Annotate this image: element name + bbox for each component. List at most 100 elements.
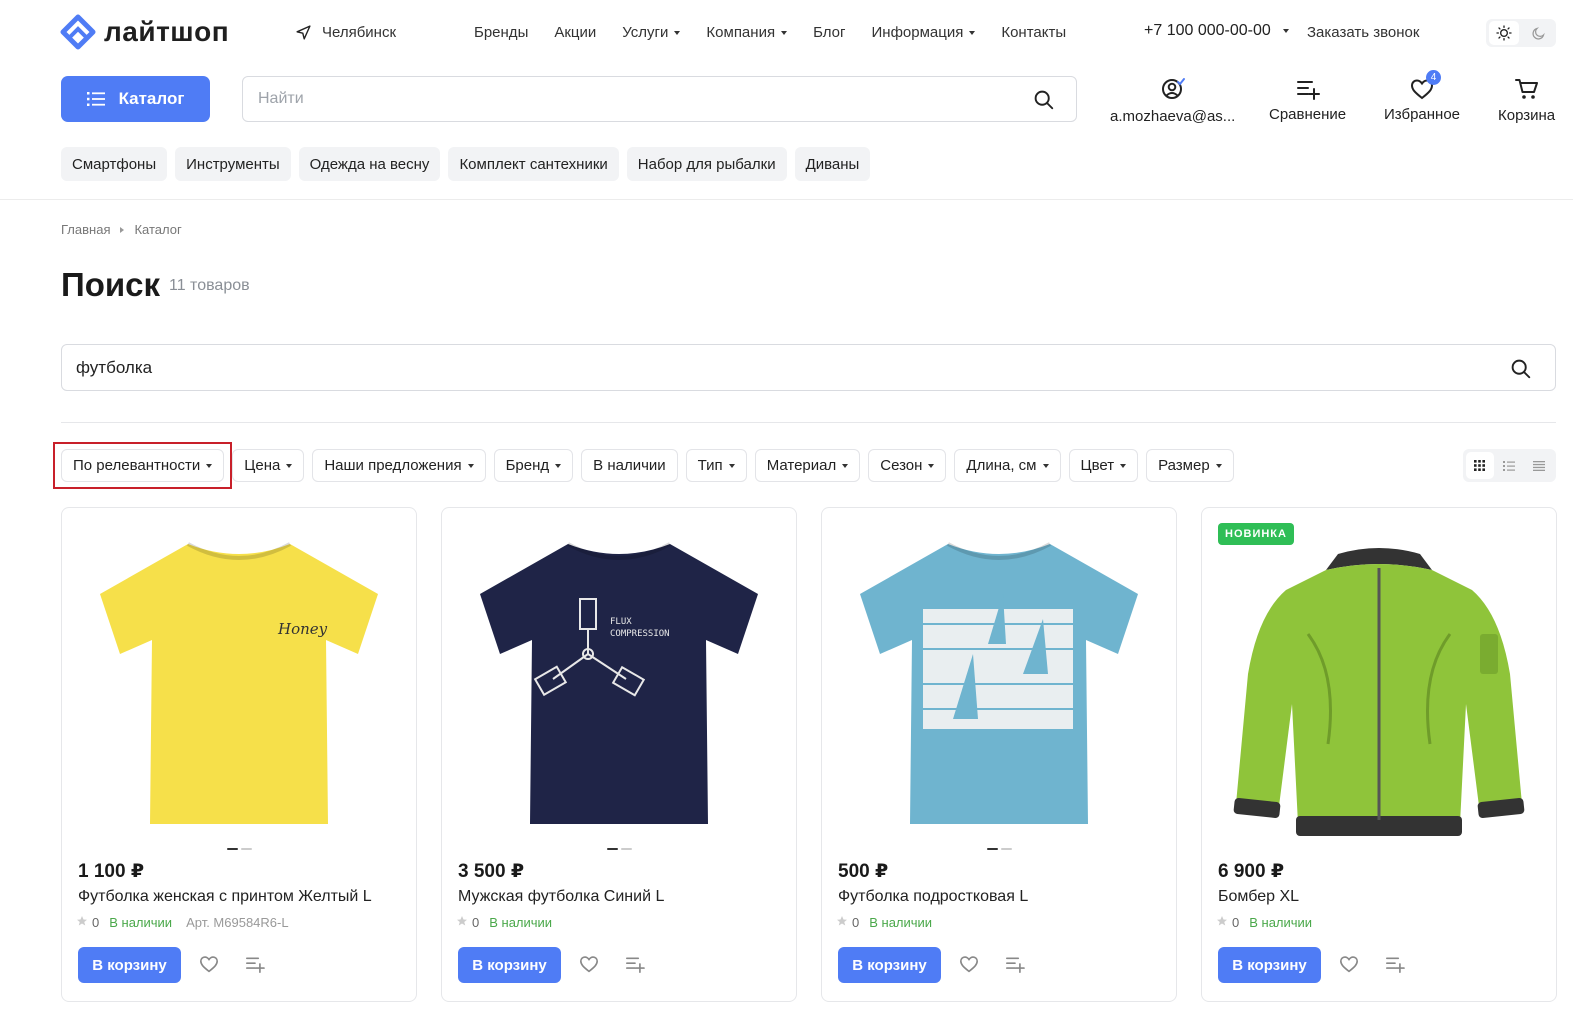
chevron-down-icon bbox=[728, 463, 735, 468]
quick-tag[interactable]: Комплект сантехники bbox=[448, 147, 619, 181]
city-label: Челябинск bbox=[322, 24, 397, 41]
dark-theme-button[interactable] bbox=[1524, 26, 1554, 41]
pagination-dot[interactable] bbox=[986, 848, 998, 850]
star-icon bbox=[1216, 915, 1228, 930]
nav-item[interactable]: Блог bbox=[813, 24, 845, 41]
heart-icon[interactable] bbox=[579, 955, 599, 978]
product-name[interactable]: Бомбер XL bbox=[1218, 888, 1299, 906]
product-image[interactable] bbox=[838, 524, 1160, 846]
compare-list-icon[interactable] bbox=[624, 955, 646, 978]
sun-icon bbox=[1495, 25, 1512, 41]
star-icon bbox=[456, 915, 468, 930]
filter-chip[interactable]: Длина, см bbox=[954, 449, 1061, 482]
product-price: 500 ₽ bbox=[838, 861, 889, 882]
quick-tag[interactable]: Инструменты bbox=[175, 147, 291, 181]
pagination-dot[interactable] bbox=[606, 848, 618, 850]
account-link[interactable]: a.mozhaeva@as... bbox=[1110, 72, 1235, 125]
filter-chip-label: Цена bbox=[244, 457, 281, 474]
header-search-input[interactable] bbox=[243, 77, 1003, 121]
quick-tag[interactable]: Смартфоны bbox=[61, 147, 168, 181]
pagination-dot[interactable] bbox=[240, 848, 252, 850]
filter-chip[interactable]: Наши предложения bbox=[312, 449, 486, 482]
product-price: 1 100 ₽ bbox=[78, 861, 145, 882]
pagination-dot[interactable] bbox=[620, 848, 632, 850]
product-price: 3 500 ₽ bbox=[458, 861, 525, 882]
filter-chip[interactable]: Сезон bbox=[868, 449, 947, 482]
stock-status: В наличии bbox=[489, 915, 553, 930]
breadcrumb-catalog[interactable]: Каталог bbox=[134, 222, 181, 237]
callback-link[interactable]: Заказать звонок bbox=[1307, 24, 1419, 41]
heart-icon[interactable] bbox=[959, 955, 979, 978]
nav-item[interactable]: Бренды bbox=[474, 24, 528, 41]
nav-item[interactable]: Акции bbox=[554, 24, 596, 41]
add-to-cart-button[interactable]: В корзину bbox=[458, 947, 561, 983]
moon-icon bbox=[1532, 26, 1545, 40]
pagination-dot[interactable] bbox=[226, 848, 238, 850]
compare-list-icon[interactable] bbox=[1004, 955, 1026, 978]
nav-item[interactable]: Контакты bbox=[1001, 24, 1066, 41]
nav-item-label: Услуги bbox=[622, 24, 669, 41]
filter-chip[interactable]: Цвет bbox=[1068, 449, 1139, 482]
phone-dropdown[interactable]: +7 100 000-00-00 bbox=[1144, 22, 1289, 40]
nav-item-label: Информация bbox=[871, 24, 964, 41]
chevron-down-icon bbox=[286, 463, 293, 468]
filter-chip[interactable]: В наличии bbox=[581, 449, 678, 482]
cart-link[interactable]: Корзина bbox=[1498, 72, 1555, 124]
star-icon bbox=[836, 915, 848, 930]
nav-item[interactable]: Информация bbox=[872, 24, 976, 41]
chevron-down-icon bbox=[555, 463, 562, 468]
product-card: Honey 1 100 ₽ Футболка женская с принтом … bbox=[61, 507, 417, 1002]
stock-status: В наличии bbox=[109, 915, 173, 930]
product-image[interactable]: Honey bbox=[78, 524, 400, 846]
rating-value: 0 bbox=[472, 915, 480, 930]
quick-tag[interactable]: Одежда на весну bbox=[298, 147, 441, 181]
city-selector[interactable]: Челябинск bbox=[295, 24, 396, 41]
svg-text:FLUX: FLUX bbox=[610, 617, 632, 627]
favorites-link[interactable]: 4 Избранное bbox=[1384, 70, 1460, 123]
chevron-down-icon bbox=[1042, 463, 1049, 468]
pagination-dot[interactable] bbox=[1000, 848, 1012, 850]
filter-chip[interactable]: Цена bbox=[232, 449, 305, 482]
compare-link[interactable]: Сравнение bbox=[1269, 72, 1346, 123]
list-view-button[interactable] bbox=[1495, 452, 1523, 479]
heart-icon[interactable] bbox=[1339, 955, 1359, 978]
filter-chip[interactable]: Материал bbox=[754, 449, 861, 482]
quick-tag[interactable]: Диваны bbox=[794, 147, 871, 181]
add-to-cart-button[interactable]: В корзину bbox=[78, 947, 181, 983]
sort-highlight-box bbox=[53, 442, 232, 489]
breadcrumb-home[interactable]: Главная bbox=[61, 222, 110, 237]
product-image[interactable] bbox=[1218, 524, 1540, 846]
logo[interactable]: лайтшоп bbox=[60, 14, 229, 50]
heart-icon[interactable] bbox=[199, 955, 219, 978]
list-icon bbox=[1503, 460, 1516, 471]
product-name[interactable]: Футболка подростковая L bbox=[838, 888, 1028, 906]
location-arrow-icon bbox=[296, 25, 311, 40]
search-icon[interactable] bbox=[1510, 358, 1531, 384]
nav-item-label: Компания bbox=[706, 24, 776, 41]
stock-status: В наличии bbox=[869, 915, 933, 930]
product-image[interactable]: FLUX COMPRESSION bbox=[458, 524, 780, 846]
light-theme-button[interactable] bbox=[1488, 21, 1519, 45]
search-icon[interactable] bbox=[1033, 89, 1054, 115]
chevron-down-icon bbox=[674, 30, 681, 35]
product-name[interactable]: Мужская футболка Синий L bbox=[458, 888, 664, 906]
add-to-cart-button[interactable]: В корзину bbox=[1218, 947, 1321, 983]
add-to-cart-button[interactable]: В корзину bbox=[838, 947, 941, 983]
catalog-label: Каталог bbox=[118, 89, 185, 108]
nav-item[interactable]: Компания bbox=[706, 24, 788, 41]
compare-list-icon[interactable] bbox=[244, 955, 266, 978]
filter-chip[interactable]: Размер bbox=[1146, 449, 1234, 482]
quick-tag[interactable]: Набор для рыбалки bbox=[626, 147, 787, 181]
nav-item[interactable]: Услуги bbox=[622, 24, 681, 41]
compare-list-icon[interactable] bbox=[1384, 955, 1406, 978]
svg-text:Honey: Honey bbox=[277, 620, 328, 638]
rating-value: 0 bbox=[1232, 915, 1240, 930]
main-search-input[interactable] bbox=[62, 345, 1462, 390]
product-name[interactable]: Футболка женская с принтом Желтый L bbox=[78, 888, 372, 906]
filter-chip[interactable]: Тип bbox=[685, 449, 747, 482]
filter-chip[interactable]: Бренд bbox=[493, 449, 574, 482]
catalog-button[interactable]: Каталог bbox=[61, 76, 210, 122]
compact-view-button[interactable] bbox=[1525, 452, 1553, 479]
stock-status: В наличии bbox=[1249, 915, 1313, 930]
grid-view-button[interactable] bbox=[1465, 452, 1494, 479]
